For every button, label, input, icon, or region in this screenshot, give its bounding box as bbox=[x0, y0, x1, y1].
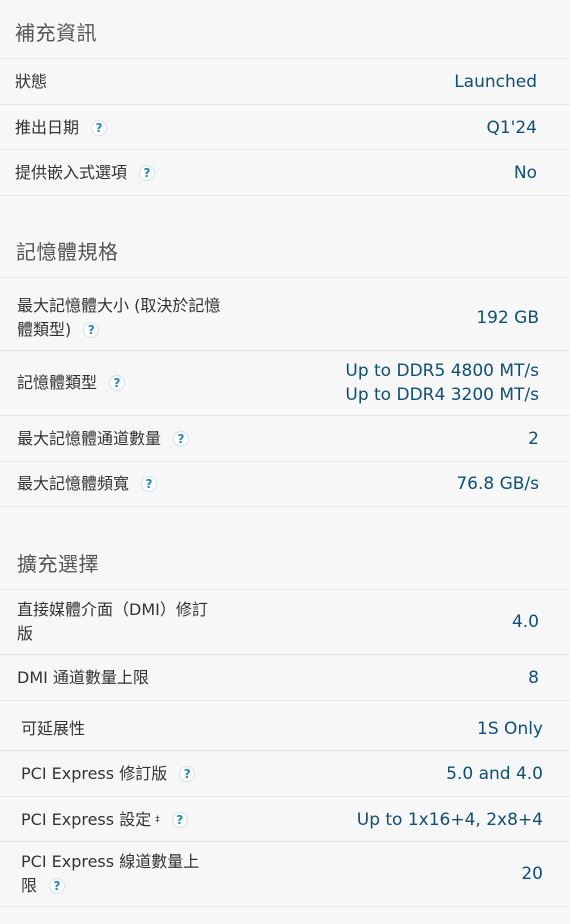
spec-label-text: PCI Express 設定 bbox=[21, 810, 152, 829]
help-icon[interactable]: ? bbox=[109, 375, 126, 391]
divider bbox=[0, 149, 570, 150]
divider bbox=[0, 415, 570, 416]
divider bbox=[0, 506, 570, 507]
spec-value-scalability: 1S Only bbox=[477, 719, 543, 739]
spec-value-embedded-options: No bbox=[513, 163, 537, 183]
divider bbox=[0, 700, 570, 701]
divider bbox=[0, 277, 570, 278]
spec-label-text: 體類型) bbox=[17, 320, 72, 339]
spec-label-pcie-revision: PCI Express 修訂版 ? bbox=[21, 762, 196, 786]
spec-label-text: 狀態 bbox=[15, 72, 48, 91]
spec-label-launch-date: 推出日期 ? bbox=[15, 116, 108, 140]
divider bbox=[0, 796, 570, 797]
spec-label-text: PCI Express 修訂版 bbox=[21, 764, 168, 783]
spec-label-dmi-revision: 直接媒體介面（DMI）修訂 版 bbox=[17, 598, 208, 646]
help-icon[interactable]: ? bbox=[49, 878, 66, 894]
spec-value-max-pcie-lanes: 20 bbox=[521, 864, 543, 884]
spec-label-pcie-configurations: PCI Express 設定 ‡ ? bbox=[21, 808, 188, 832]
spec-label-text: 推出日期 bbox=[15, 118, 80, 137]
divider bbox=[0, 906, 570, 907]
spec-label-text: 可延展性 bbox=[21, 719, 86, 738]
spec-value-max-memory-size: 192 GB bbox=[476, 308, 539, 328]
spec-label-text: DMI 通道數量上限 bbox=[17, 668, 149, 687]
spec-value-line: Up to DDR5 4800 MT/s bbox=[345, 361, 539, 381]
spec-label-memory-types: 記憶體類型 ? bbox=[17, 371, 126, 395]
divider bbox=[0, 104, 570, 105]
spec-value-pcie-configurations: Up to 1x16+4, 2x8+4 bbox=[356, 810, 543, 830]
spec-label-max-memory-size: 最大記憶體大小 (取決於記憶 體類型) ? bbox=[17, 294, 220, 342]
spec-label-max-pcie-lanes: PCI Express 線道數量上 限 ? bbox=[21, 850, 199, 898]
divider bbox=[0, 195, 570, 196]
spec-label-text: 版 bbox=[17, 624, 34, 643]
help-icon[interactable]: ? bbox=[83, 322, 100, 338]
spec-label-max-dmi-lanes: DMI 通道數量上限 bbox=[17, 666, 149, 690]
spec-value-max-memory-channels: 2 bbox=[528, 429, 539, 449]
spec-value-memory-types: Up to DDR5 4800 MT/s Up to DDR4 3200 MT/… bbox=[345, 359, 539, 407]
spec-label-text: 最大記憶體頻寬 bbox=[17, 474, 130, 493]
help-icon[interactable]: ? bbox=[141, 476, 158, 492]
section-title-expansion-options: 擴充選擇 bbox=[17, 552, 99, 576]
spec-value-pcie-revision: 5.0 and 4.0 bbox=[446, 764, 543, 784]
footnote-marker: ‡ bbox=[155, 815, 160, 825]
section-title-memory-specs: 記憶體規格 bbox=[16, 240, 119, 264]
spec-label-embedded-options: 提供嵌入式選項 ? bbox=[15, 161, 156, 185]
spec-label-text: 最大記憶體通道數量 bbox=[17, 429, 162, 448]
help-icon[interactable]: ? bbox=[91, 120, 108, 136]
divider bbox=[0, 841, 570, 842]
help-icon[interactable]: ? bbox=[171, 812, 188, 828]
spec-value-max-dmi-lanes: 8 bbox=[528, 668, 539, 688]
spec-label-text: 限 bbox=[21, 876, 38, 895]
divider bbox=[0, 589, 570, 590]
divider bbox=[0, 750, 570, 751]
spec-label-text: 直接媒體介面（DMI）修訂 bbox=[17, 600, 208, 619]
section-title-supplemental: 補充資訊 bbox=[15, 21, 97, 45]
spec-label-scalability: 可延展性 bbox=[21, 717, 85, 741]
spec-value-status: Launched bbox=[454, 72, 537, 92]
help-icon[interactable]: ? bbox=[179, 766, 196, 782]
help-icon[interactable]: ? bbox=[173, 431, 190, 447]
divider bbox=[0, 461, 570, 462]
spec-label-max-memory-bandwidth: 最大記憶體頻寬 ? bbox=[17, 472, 158, 496]
spec-label-status: 狀態 bbox=[15, 70, 47, 94]
spec-label-text: 最大記憶體大小 (取決於記憶 bbox=[17, 296, 221, 315]
divider bbox=[0, 58, 570, 59]
divider bbox=[0, 350, 570, 351]
spec-value-dmi-revision: 4.0 bbox=[511, 612, 539, 632]
spec-value-launch-date: Q1'24 bbox=[486, 118, 537, 138]
divider bbox=[0, 654, 570, 655]
help-icon[interactable]: ? bbox=[139, 165, 156, 181]
spec-value-line: Up to DDR4 3200 MT/s bbox=[345, 385, 539, 405]
spec-label-max-memory-channels: 最大記憶體通道數量 ? bbox=[17, 427, 190, 451]
spec-value-max-memory-bandwidth: 76.8 GB/s bbox=[456, 474, 539, 494]
spec-label-text: PCI Express 線道數量上 bbox=[21, 852, 200, 871]
spec-label-text: 記憶體類型 bbox=[17, 373, 98, 392]
spec-label-text: 提供嵌入式選項 bbox=[15, 163, 128, 182]
